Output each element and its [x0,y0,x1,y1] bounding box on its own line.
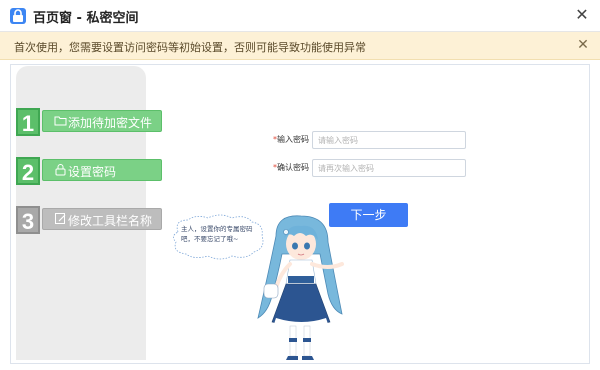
password-input[interactable] [312,131,466,149]
step-2-number: 2 [16,157,40,185]
password-row: *输入密码 [272,131,472,149]
folder-icon [54,116,67,126]
step-1-label: 添加待加密文件 [68,116,153,130]
notice-close-icon[interactable]: ✕ [575,37,591,53]
notice-text: 首次使用，您需要设置访问密码等初始设置，否则可能导致功能使用异常 [14,41,366,54]
window-title: 百页窗 - 私密空间 [33,11,139,26]
step-3: 3 修改工具栏名称 [16,206,162,234]
step-3-number: 3 [16,206,40,234]
password-label: *输入密码 [272,134,309,145]
app-lock-icon [10,8,26,24]
step-1-number: 1 [16,108,40,136]
window-close-icon[interactable]: ✕ [573,6,591,24]
confirm-row: *确认密码 [272,159,472,177]
mascot-character [257,215,344,360]
step-3-label: 修改工具栏名称 [68,214,153,228]
title-bar: 百页窗 - 私密空间 ✕ [0,0,600,32]
step-1: 1 添加待加密文件 [16,108,162,136]
lock-icon [55,164,66,176]
step-2: 2 设置密码 [16,157,162,185]
password-label-text: 输入密码 [277,135,309,144]
notice-bar: 首次使用，您需要设置访问密码等初始设置，否则可能导致功能使用异常 ✕ [0,32,600,60]
confirm-password-input[interactable] [312,159,466,177]
edit-icon [55,213,66,224]
step-2-label: 设置密码 [68,165,117,179]
confirm-label-text: 确认密码 [277,163,309,172]
confirm-label: *确认密码 [272,162,309,173]
